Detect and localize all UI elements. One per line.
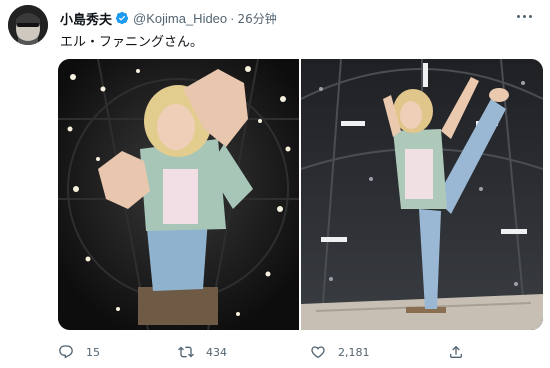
- author-name[interactable]: 小島秀夫: [60, 9, 112, 28]
- share-button[interactable]: [448, 344, 476, 360]
- header-separator: ·: [230, 10, 235, 26]
- avatar[interactable]: [8, 5, 48, 45]
- more-options-icon[interactable]: [512, 6, 536, 26]
- tweet-media: [58, 59, 543, 330]
- retweet-count: 434: [206, 345, 227, 359]
- photo-right-image: [301, 59, 543, 330]
- like-button[interactable]: 2,181: [310, 344, 370, 360]
- share-icon: [450, 345, 462, 358]
- like-icon: [311, 346, 325, 359]
- photo-left-image: [58, 59, 299, 330]
- retweet-icon: [178, 346, 194, 358]
- verified-badge-icon: [115, 11, 129, 25]
- tweet-actions: 15 434 2,181: [58, 340, 478, 364]
- tweet-timestamp[interactable]: 26分钟: [238, 10, 277, 27]
- reply-button[interactable]: 15: [58, 344, 100, 360]
- media-photo-left[interactable]: [58, 59, 299, 330]
- reply-icon: [59, 345, 73, 359]
- retweet-button[interactable]: 434: [178, 344, 227, 360]
- author-handle[interactable]: @Kojima_Hideo: [133, 11, 227, 26]
- media-photo-right[interactable]: [301, 59, 543, 330]
- avatar-image: [8, 5, 48, 45]
- like-count: 2,181: [338, 345, 370, 359]
- tweet-header: 小島秀夫 @Kojima_Hideo · 26分钟: [60, 9, 277, 28]
- reply-count: 15: [86, 345, 100, 359]
- tweet-text: エル・ファニングさん。: [60, 35, 204, 50]
